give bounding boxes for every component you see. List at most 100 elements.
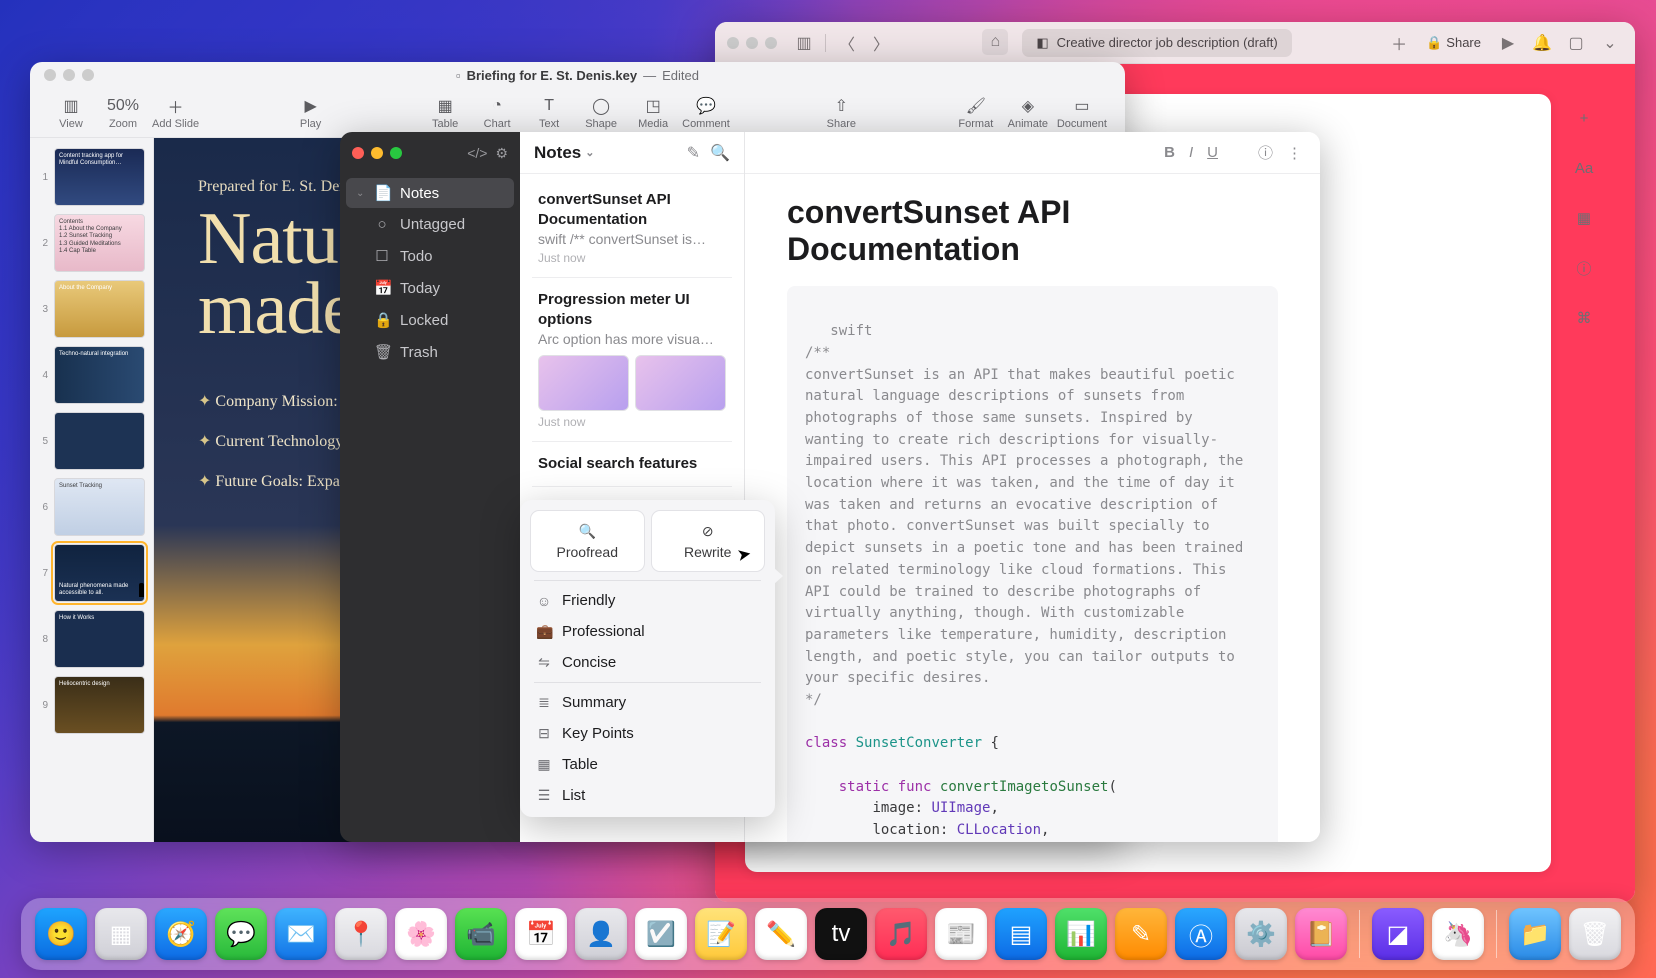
share-button[interactable]: ⇧Share — [818, 96, 864, 130]
share-button[interactable]: 🔒Share — [1420, 35, 1487, 51]
safari-toolbar: ▥ 〈 〉 ⌂ ◧ Creative director job descript… — [715, 22, 1635, 64]
info-icon[interactable]: ⓘ — [1258, 142, 1273, 163]
note-list-item[interactable]: Progression meter UI optionsArc option h… — [532, 278, 732, 442]
popover-item[interactable]: ☺Friendly — [526, 585, 769, 616]
slide-thumb[interactable]: 5 — [38, 412, 145, 470]
bell-icon[interactable]: 🔔 — [1529, 30, 1555, 56]
dock-messages[interactable]: 💬 — [215, 908, 267, 960]
dock-numbers[interactable]: 📊 — [1055, 908, 1107, 960]
dock-facetime[interactable]: 📹 — [455, 908, 507, 960]
slide-thumbnails[interactable]: 1Content tracking app for Mindful Consum… — [30, 138, 154, 842]
proofread-button[interactable]: 🔍 Proofread — [530, 510, 645, 572]
dock-calendar[interactable]: 📅 — [515, 908, 567, 960]
home-icon[interactable]: ⌂ — [982, 29, 1008, 55]
window-controls[interactable] — [44, 69, 94, 81]
dock-contacts[interactable]: 👤 — [575, 908, 627, 960]
dock-reminders[interactable]: ☑️ — [635, 908, 687, 960]
shortcut-icon[interactable]: ⌘ — [1570, 304, 1598, 332]
note-content: B I U ⓘ ⋮ convertSunset API Documentatio… — [745, 132, 1320, 842]
dock-news[interactable]: 📰 — [935, 908, 987, 960]
compose-icon[interactable]: ✎ — [687, 143, 700, 163]
popover-item[interactable]: ☰List — [526, 780, 769, 811]
dock-photos[interactable]: 🌸 — [395, 908, 447, 960]
popover-item[interactable]: ⇋Concise — [526, 647, 769, 678]
note-list-item[interactable]: Social search features — [532, 442, 732, 487]
chart-button[interactable]: ◔Chart — [474, 96, 520, 130]
dock-downloads[interactable]: 📁 — [1509, 908, 1561, 960]
slide-thumb[interactable]: 1Content tracking app for Mindful Consum… — [38, 148, 145, 206]
format-button[interactable]: 🖌Format — [953, 96, 999, 130]
sliders-icon[interactable]: ⚙ — [495, 145, 508, 162]
code-icon[interactable]: </> — [467, 145, 487, 161]
dock-appstore[interactable]: Ⓐ — [1175, 908, 1227, 960]
dock-maps[interactable]: 📍 — [335, 908, 387, 960]
underline-icon[interactable]: U — [1207, 144, 1218, 161]
folder-item[interactable]: ☐Todo — [346, 241, 514, 271]
dock-mail[interactable]: ✉️ — [275, 908, 327, 960]
slide-thumb[interactable]: 4Techno-natural integration — [38, 346, 145, 404]
popover-item[interactable]: ▦Table — [526, 749, 769, 780]
dock-tv[interactable]: tv — [815, 908, 867, 960]
folder-item[interactable]: ⌄📄Notes — [346, 178, 514, 208]
note-body[interactable]: convertSunset API Documentation swift /*… — [745, 174, 1320, 842]
bold-icon[interactable]: B — [1164, 144, 1175, 161]
play-button[interactable]: ▶Play — [288, 96, 334, 130]
popover-item[interactable]: ≣Summary — [526, 687, 769, 718]
view-button[interactable]: ▥View — [48, 96, 94, 130]
search-icon[interactable]: 🔍 — [710, 143, 730, 163]
zoom-button[interactable]: 50%Zoom — [100, 96, 146, 130]
animate-button[interactable]: ◈Animate — [1005, 96, 1051, 130]
text-button[interactable]: TText — [526, 96, 572, 130]
table-button[interactable]: ▦Table — [422, 96, 468, 130]
info-icon[interactable]: ⓘ — [1570, 254, 1598, 282]
popover-item[interactable]: ⊟Key Points — [526, 718, 769, 749]
new-tab-button[interactable]: ＋ — [1386, 30, 1412, 56]
slide-thumb[interactable]: 8How it Works — [38, 610, 145, 668]
folder-item[interactable]: 🗑Trash — [346, 337, 514, 367]
dock-settings[interactable]: ⚙️ — [1235, 908, 1287, 960]
dock-launchpad[interactable]: ▦ — [95, 908, 147, 960]
address-bar[interactable]: ◧ Creative director job description (dra… — [1022, 29, 1291, 57]
window-controls[interactable] — [352, 147, 402, 159]
back-button[interactable]: 〈 — [834, 30, 860, 56]
dock-journal[interactable]: 📔 — [1295, 908, 1347, 960]
sidebar-toggle-icon[interactable]: ▥ — [791, 30, 817, 56]
folder-item[interactable]: 🔒Locked — [346, 305, 514, 335]
media-button[interactable]: ◳Media — [630, 96, 676, 130]
slide-thumb[interactable]: 6Sunset Tracking — [38, 478, 145, 536]
folder-item[interactable]: 📅Today — [346, 273, 514, 303]
tabs-icon[interactable]: ▢ — [1563, 30, 1589, 56]
dock-app-b[interactable]: 🦄 — [1432, 908, 1484, 960]
dock: 🙂▦🧭💬✉️📍🌸📹📅👤☑️📝✏️tv🎵📰▤📊✎Ⓐ⚙️📔 ◪🦄 📁🗑 — [21, 898, 1635, 970]
slide-thumb[interactable]: 3About the Company — [38, 280, 145, 338]
slide-thumb[interactable]: 2Contents1.1 About the Company1.2 Sunset… — [38, 214, 145, 272]
dock-trash[interactable]: 🗑 — [1569, 908, 1621, 960]
dock-freeform[interactable]: ✏️ — [755, 908, 807, 960]
document-button[interactable]: ▭Document — [1057, 96, 1107, 130]
italic-icon[interactable]: I — [1189, 144, 1193, 161]
folder-item[interactable]: ○Untagged — [346, 210, 514, 239]
font-icon[interactable]: Aa — [1570, 154, 1598, 182]
dock-app-a[interactable]: ◪ — [1372, 908, 1424, 960]
more-icon[interactable]: ⋮ — [1287, 144, 1302, 162]
note-list-item[interactable]: convertSunset API Documentationswift /**… — [532, 178, 732, 278]
popover-item[interactable]: 💼Professional — [526, 616, 769, 647]
notes-list-title[interactable]: Notes⌄ — [534, 143, 677, 163]
window-controls[interactable] — [727, 37, 777, 49]
shape-button[interactable]: ◯Shape — [578, 96, 624, 130]
forward-button[interactable]: 〉 — [868, 30, 894, 56]
slide-thumb[interactable]: 9Heliocentric design — [38, 676, 145, 734]
add-slide-button[interactable]: ＋Add Slide — [152, 96, 199, 130]
dock-keynote[interactable]: ▤ — [995, 908, 1047, 960]
panel-icon[interactable]: ▦ — [1570, 204, 1598, 232]
add-icon[interactable]: + — [1570, 104, 1598, 132]
chevron-down-icon[interactable]: ⌄ — [1597, 30, 1623, 56]
slide-thumb[interactable]: 7Natural phenomena made accessible to al… — [38, 544, 145, 602]
dock-safari[interactable]: 🧭 — [155, 908, 207, 960]
dock-music[interactable]: 🎵 — [875, 908, 927, 960]
dock-pages[interactable]: ✎ — [1115, 908, 1167, 960]
comment-button[interactable]: 💬Comment — [682, 96, 730, 130]
dock-notes[interactable]: 📝 — [695, 908, 747, 960]
pip-icon[interactable]: ▶ — [1495, 30, 1521, 56]
dock-finder[interactable]: 🙂 — [35, 908, 87, 960]
